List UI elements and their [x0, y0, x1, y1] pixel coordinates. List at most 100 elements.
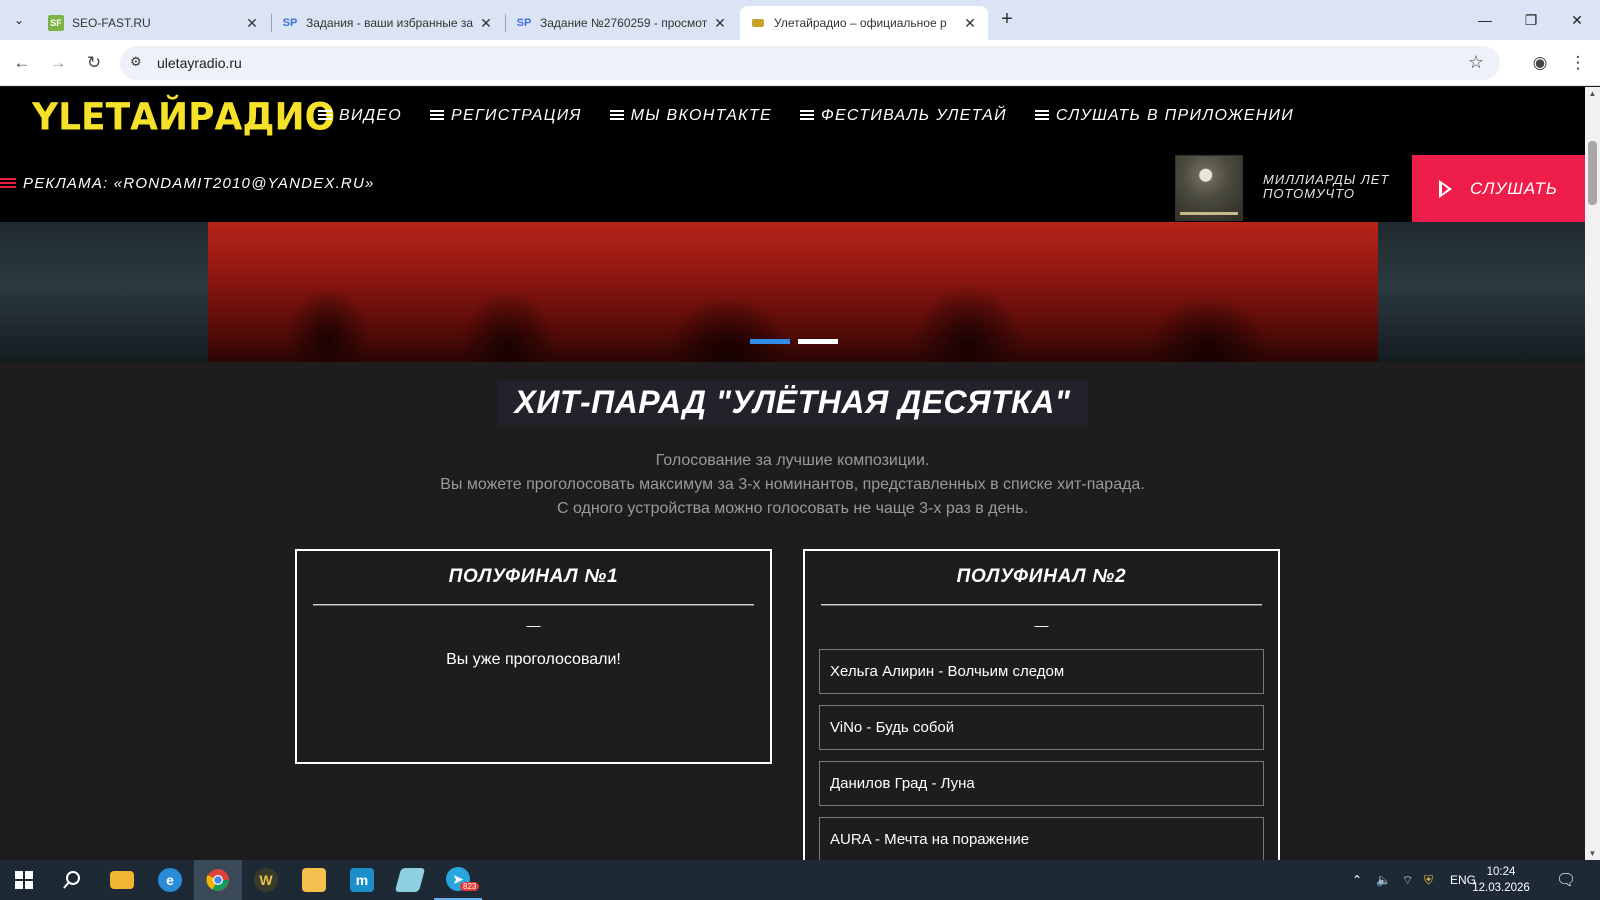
- back-arrow-icon[interactable]: ←: [8, 49, 36, 77]
- description-line: Голосование за лучшие композиции.: [655, 452, 930, 469]
- maxthon-icon[interactable]: m: [338, 860, 386, 900]
- now-playing-title: МИЛЛИАРДЫ ЛЕТ: [1263, 172, 1390, 187]
- semifinal-2-title: ПОЛУФИНАЛ №2: [956, 566, 1127, 587]
- scroll-down-icon[interactable]: ▼: [1588, 849, 1597, 858]
- tray-chevron-icon[interactable]: ⌃: [1352, 860, 1362, 900]
- play-icon: [1439, 179, 1453, 198]
- windows-taskbar: e W m ➤ 823 ⌃ 🔈 ⌔ ⛨ ENG 10:24 12.03.2026…: [0, 860, 1600, 900]
- chrome-icon[interactable]: [194, 860, 242, 900]
- clock[interactable]: 10:24 12.03.2026: [1466, 864, 1536, 896]
- menu-item-app[interactable]: СЛУШАТЬ В ПРИЛОЖЕНИИ: [1034, 107, 1295, 125]
- slider-dot-active[interactable]: [750, 339, 790, 344]
- ad-lines-icon: [0, 177, 16, 190]
- bookmark-star-icon[interactable]: ☆: [1468, 52, 1484, 73]
- site-settings-icon[interactable]: ⚙: [130, 54, 142, 70]
- close-window-icon[interactable]: ✕: [1554, 0, 1600, 40]
- tab-task-view[interactable]: SP Задание №2760259 - просмот ✕: [506, 6, 738, 40]
- menu-lines-icon: [318, 110, 332, 122]
- semifinal-1-title: ПОЛУФИНАЛ №1: [448, 566, 619, 587]
- menu-label: ВИДЕО: [339, 107, 402, 124]
- hitparade-title: ХИТ-ПАРАД "УЛЁТНАЯ ДЕСЯТКА": [496, 380, 1089, 425]
- search-icon[interactable]: [48, 860, 96, 900]
- address-bar[interactable]: ⚙ uletayradio.ru ☆: [120, 46, 1500, 80]
- page-scrollbar[interactable]: ▲ ▼: [1585, 87, 1600, 860]
- profile-icon[interactable]: ◉: [1526, 49, 1554, 77]
- tab-title: Задания - ваши избранные за: [306, 16, 474, 30]
- semifinal-2-card: ПОЛУФИНАЛ №2 — Хельга Алирин - Волчьим с…: [803, 549, 1280, 860]
- tab-title: Улетайрадио – официальное р: [774, 16, 947, 30]
- browser-toolbar: ← → ↻ ⚙ uletayradio.ru ☆ ◉ ⋮: [0, 40, 1600, 86]
- menu-label: МЫ ВКОНТАКТЕ: [630, 107, 772, 124]
- notes-icon[interactable]: [290, 860, 338, 900]
- tab-close-icon[interactable]: ✕: [962, 15, 978, 32]
- clock-time: 10:24: [1486, 866, 1516, 878]
- minimize-icon[interactable]: —: [1462, 0, 1508, 40]
- favicon-radio-icon: [750, 15, 766, 31]
- start-windows-icon[interactable]: [0, 860, 48, 900]
- slider-dots: [750, 339, 846, 344]
- menu-item-festival[interactable]: ФЕСТИВАЛЬ УЛЕТАЙ: [799, 107, 1007, 125]
- security-shield-icon[interactable]: ⛨: [1424, 860, 1433, 900]
- listen-button[interactable]: СЛУШАТЬ: [1412, 155, 1585, 222]
- webpage: YLETАЙРАДИО ВИДЕО РЕГИСТРАЦИЯ МЫ ВКОНТАК…: [0, 87, 1585, 860]
- menu-item-registration[interactable]: РЕГИСТРАЦИЯ: [430, 107, 582, 125]
- slider-dot[interactable]: [798, 339, 838, 344]
- edge-icon[interactable]: e: [146, 860, 194, 900]
- tab-search-chevron-icon[interactable]: ⌄: [6, 7, 32, 33]
- browser-menu-icon[interactable]: ⋮: [1564, 49, 1592, 77]
- menu-item-vkontakte[interactable]: МЫ ВКОНТАКТЕ: [609, 107, 772, 125]
- volume-icon[interactable]: 🔈: [1376, 860, 1391, 900]
- tab-seo-fast[interactable]: SF SEO-FAST.RU ✕: [38, 6, 270, 40]
- card-dash: —: [526, 617, 541, 633]
- divider: [821, 604, 1262, 606]
- app-w-icon[interactable]: W: [242, 860, 290, 900]
- forward-arrow-icon[interactable]: →: [44, 49, 72, 77]
- new-tab-plus-icon[interactable]: +: [995, 8, 1019, 32]
- favicon-sp-icon: SP: [516, 17, 532, 29]
- description-line: С одного устройства можно голосовать не …: [556, 500, 1029, 517]
- section-title-wrap: ХИТ-ПАРАД "УЛЁТНАЯ ДЕСЯТКА": [0, 380, 1585, 425]
- tab-close-icon[interactable]: ✕: [478, 15, 494, 32]
- divider: [313, 604, 754, 606]
- reload-icon[interactable]: ↻: [80, 49, 108, 77]
- telegram-badge: 823: [460, 882, 480, 891]
- vote-option[interactable]: ViNo - Будь собой: [819, 705, 1264, 750]
- menu-label: СЛУШАТЬ В ПРИЛОЖЕНИИ: [1055, 107, 1295, 124]
- already-voted-message: Вы уже проголосовали!: [446, 651, 621, 668]
- vote-option[interactable]: Хельга Алирин - Волчьим следом: [819, 649, 1264, 694]
- ad-text: РЕКЛАМА: «RONDAMIT2010@YANDEX.RU»: [23, 175, 375, 192]
- url-text[interactable]: uletayradio.ru: [157, 55, 242, 71]
- scroll-up-icon[interactable]: ▲: [1588, 89, 1597, 98]
- menu-label: РЕГИСТРАЦИЯ: [451, 107, 582, 124]
- site-header: YLETАЙРАДИО ВИДЕО РЕГИСТРАЦИЯ МЫ ВКОНТАК…: [0, 87, 1585, 222]
- semifinal-1-card: ПОЛУФИНАЛ №1 — Вы уже проголосовали!: [295, 549, 772, 764]
- vote-option[interactable]: AURA - Мечта на поражение: [819, 817, 1264, 860]
- hero-slider: [0, 222, 1585, 362]
- hitparade-description: Голосование за лучшие композиции. Вы мож…: [0, 449, 1585, 521]
- tab-close-icon[interactable]: ✕: [244, 15, 260, 32]
- site-logo[interactable]: YLETАЙРАДИО: [32, 96, 335, 139]
- vote-option[interactable]: Данилов Град - Луна: [819, 761, 1264, 806]
- favicon-sp-icon: SP: [282, 17, 298, 29]
- browser-tab-strip: ⌄ SF SEO-FAST.RU ✕ SP Задания - ваши изб…: [0, 0, 1600, 40]
- menu-lines-icon: [430, 110, 444, 122]
- notifications-icon[interactable]: 🗨: [1556, 860, 1576, 900]
- menu-lines-icon: [799, 110, 814, 122]
- tab-uletayradio[interactable]: Улетайрадио – официальное р ✕: [740, 6, 988, 40]
- scroll-thumb[interactable]: [1588, 141, 1597, 205]
- telegram-icon[interactable]: ➤ 823: [434, 860, 482, 900]
- main-menu: ВИДЕО РЕГИСТРАЦИЯ МЫ ВКОНТАКТЕ ФЕСТИВАЛЬ…: [318, 107, 1322, 125]
- album-cover: [1175, 155, 1243, 221]
- file-explorer-icon[interactable]: [98, 860, 146, 900]
- tab-tasks[interactable]: SP Задания - ваши избранные за ✕: [272, 6, 504, 40]
- listen-label: СЛУШАТЬ: [1470, 178, 1558, 198]
- network-icon[interactable]: ⌔: [1402, 860, 1413, 900]
- clock-date: 12.03.2026: [1472, 882, 1530, 894]
- restore-icon[interactable]: ❐: [1508, 0, 1554, 40]
- favicon-seofast-icon: SF: [48, 15, 64, 31]
- card-dash: —: [1034, 617, 1049, 633]
- slide-preview-right: [1378, 222, 1585, 362]
- menu-item-video[interactable]: ВИДЕО: [318, 107, 402, 125]
- pen-app-icon[interactable]: [386, 860, 434, 900]
- tab-close-icon[interactable]: ✕: [712, 15, 728, 32]
